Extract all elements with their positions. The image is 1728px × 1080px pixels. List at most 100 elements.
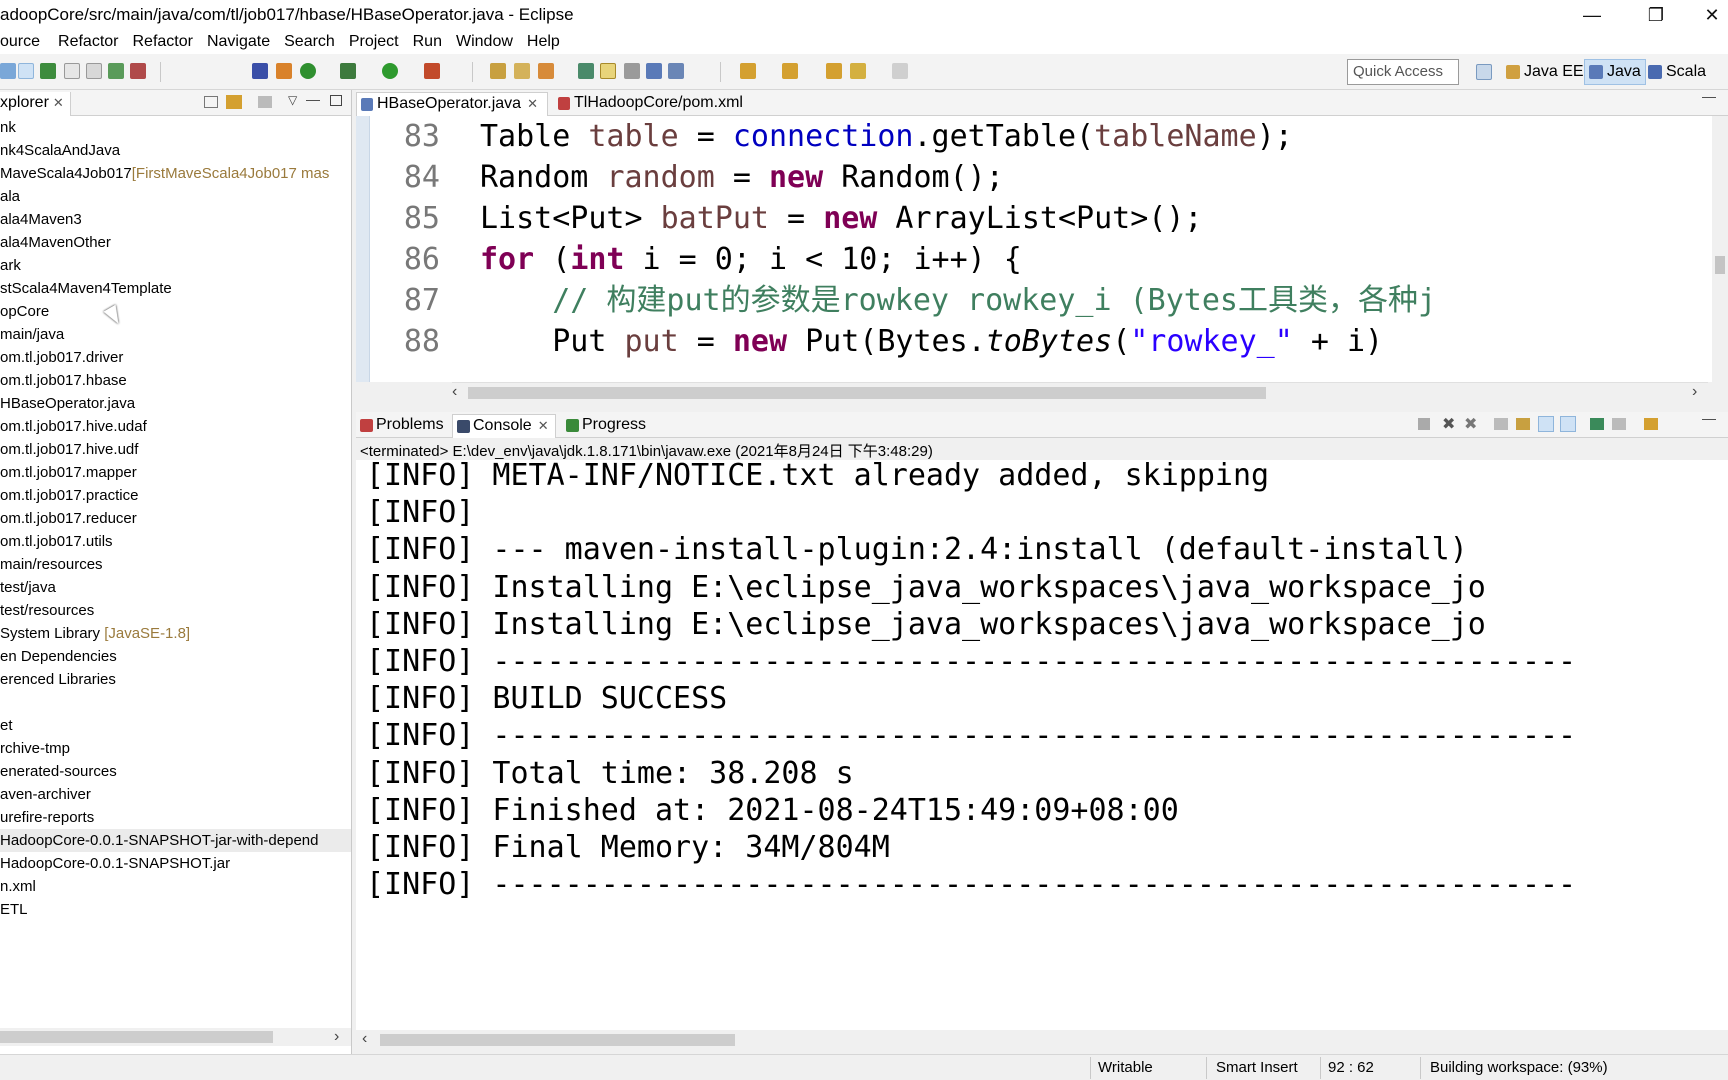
scrollbar-thumb[interactable] <box>1715 256 1725 274</box>
back-icon[interactable] <box>850 63 866 79</box>
tree-item[interactable]: ark <box>0 254 351 277</box>
tree-item[interactable]: om.tl.job017.hbase <box>0 369 351 392</box>
tree-item[interactable]: test/resources <box>0 599 351 622</box>
minimize-view-icon[interactable]: — <box>1702 88 1716 104</box>
pen-icon[interactable] <box>252 63 268 79</box>
tree-item[interactable]: nk4ScalaAndJava <box>0 139 351 162</box>
close-icon[interactable]: ✕ <box>538 418 549 433</box>
view-menu-icon[interactable]: ▽ <box>288 93 297 107</box>
tree-item[interactable]: rchive-tmp <box>0 737 351 760</box>
chevron-right-icon[interactable]: › <box>334 1028 339 1046</box>
tab-hbaseoperator[interactable]: HBaseOperator.java ✕ <box>356 92 548 116</box>
tab-progress[interactable]: Progress <box>562 414 652 438</box>
console-horizontal-scrollbar[interactable]: ‹ <box>356 1030 1728 1050</box>
perspective-java[interactable]: Java <box>1584 59 1646 85</box>
tree-item[interactable]: main/java <box>0 323 351 346</box>
explorer-horizontal-scrollbar[interactable]: › <box>0 1028 351 1046</box>
tree-item[interactable]: ala4MavenOther <box>0 231 351 254</box>
tree-item[interactable]: test/java <box>0 576 351 599</box>
tree-item[interactable]: ala <box>0 185 351 208</box>
tree-item[interactable]: om.tl.job017.reducer <box>0 507 351 530</box>
tree-item[interactable]: ETL <box>0 898 351 921</box>
pin-icon[interactable] <box>624 63 640 79</box>
perspective-java-ee[interactable]: Java EE <box>1502 59 1588 85</box>
tree-item[interactable]: System Library [JavaSE-1.8] <box>0 622 351 645</box>
display-console-icon[interactable] <box>1612 418 1626 430</box>
tree-item[interactable]: erenced Libraries <box>0 668 351 691</box>
chevron-left-icon[interactable]: ‹ <box>452 383 457 401</box>
highlight-icon[interactable] <box>600 63 616 79</box>
code-lines[interactable]: 83 Table table = connection.getTable(tabl… <box>370 116 1710 362</box>
tree-item[interactable]: n.xml <box>0 875 351 898</box>
perspective-scala[interactable]: Scala <box>1644 59 1710 85</box>
scroll-lock-icon[interactable] <box>1516 418 1530 430</box>
quick-access-field[interactable]: Quick Access <box>1347 59 1459 85</box>
code-line[interactable]: 88 Put put = new Put(Bytes.toBytes("rowk… <box>370 321 1710 362</box>
tree-item[interactable]: HadoopCore-0.0.1-SNAPSHOT-jar-with-depen… <box>0 829 351 852</box>
code-line[interactable]: 87 // 构建put的参数是rowkey rowkey_i (Bytes工具类… <box>370 280 1710 321</box>
filter-icon[interactable] <box>258 96 272 108</box>
list-icon[interactable] <box>40 63 56 79</box>
tab-explorer[interactable]: xplorer ✕ <box>0 92 71 116</box>
search-icon[interactable] <box>538 63 554 79</box>
tree-item[interactable]: et <box>0 714 351 737</box>
tree-item[interactable]: om.tl.job017.practice <box>0 484 351 507</box>
menu-window[interactable]: Window <box>456 33 527 51</box>
scrollbar-thumb[interactable] <box>0 1031 273 1043</box>
menu-run[interactable]: Run <box>413 33 456 51</box>
tree-item[interactable]: MaveScala4Job017[FirstMaveScala4Job017 m… <box>0 162 351 185</box>
tree-item[interactable]: om.tl.job017.hive.udaf <box>0 415 351 438</box>
scrollbar-thumb[interactable] <box>380 1034 735 1046</box>
clear-console-icon[interactable] <box>1494 418 1508 430</box>
maximize-button[interactable]: ❐ <box>1630 0 1682 30</box>
block-icon[interactable] <box>646 63 662 79</box>
menu-project[interactable]: Project <box>349 33 413 51</box>
pin-console-icon[interactable] <box>1590 418 1604 430</box>
tree-item[interactable]: enerated-sources <box>0 760 351 783</box>
annotation-icon[interactable] <box>578 63 594 79</box>
menu-source[interactable]: ource <box>0 33 58 51</box>
code-line[interactable]: 83 Table table = connection.getTable(tabl… <box>370 116 1710 157</box>
page-icon[interactable] <box>86 63 102 79</box>
collapse-all-icon[interactable] <box>204 96 218 108</box>
tab-console[interactable]: Console ✕ <box>452 414 556 438</box>
forward-icon[interactable] <box>892 63 908 79</box>
refresh-icon[interactable] <box>300 63 316 79</box>
tab-pom-xml[interactable]: TlHadoopCore/pom.xml <box>554 92 749 116</box>
console-output[interactable]: [INFO] META-INF/NOTICE.txt already added… <box>356 460 1728 1033</box>
scrollbar-thumb[interactable] <box>468 387 1266 399</box>
link-editor-icon[interactable] <box>226 95 242 109</box>
tab-problems[interactable]: Problems <box>356 414 450 438</box>
remove-all-icon[interactable]: ✖ <box>1464 414 1477 434</box>
tree-item[interactable]: om.tl.job017.driver <box>0 346 351 369</box>
tree-item[interactable]: en Dependencies <box>0 645 351 668</box>
tree-item[interactable]: nk <box>0 116 351 139</box>
menu-refactor-2[interactable]: Refactor <box>133 33 207 51</box>
toggle-icon[interactable] <box>18 63 34 79</box>
last-edit-icon[interactable] <box>826 63 842 79</box>
show-on-output-icon[interactable] <box>1538 416 1554 432</box>
tree-item[interactable]: stScala4Maven4Template <box>0 277 351 300</box>
next-annotation-icon[interactable] <box>740 63 756 79</box>
code-line[interactable]: 86 for (int i = 0; i < 10; i++) { <box>370 239 1710 280</box>
tree-item[interactable]: om.tl.job017.hive.udf <box>0 438 351 461</box>
close-icon[interactable]: ✕ <box>527 96 538 111</box>
remove-launch-icon[interactable]: ✖ <box>1442 414 1455 434</box>
debug-icon[interactable] <box>340 63 356 79</box>
tree-item[interactable]: om.tl.job017.utils <box>0 530 351 553</box>
code-editor[interactable]: 83 Table table = connection.getTable(tabl… <box>356 116 1728 382</box>
tree-item[interactable]: main/resources <box>0 553 351 576</box>
editor-vertical-scrollbar[interactable] <box>1712 116 1728 382</box>
prev-annotation-icon[interactable] <box>782 63 798 79</box>
tree-item[interactable]: HadoopCore-0.0.1-SNAPSHOT.jar <box>0 852 351 875</box>
stop-server-icon[interactable] <box>130 63 146 79</box>
tree-item[interactable]: urefire-reports <box>0 806 351 829</box>
server-icon[interactable] <box>108 63 124 79</box>
menu-help[interactable]: Help <box>527 33 569 51</box>
tree-item[interactable]: HBaseOperator.java <box>0 392 351 415</box>
tree-item[interactable]: aven-archiver <box>0 783 351 806</box>
whitespace-icon[interactable] <box>668 63 684 79</box>
tree-item[interactable]: om.tl.job017.mapper <box>0 461 351 484</box>
code-line[interactable]: 84 Random random = new Random(); <box>370 157 1710 198</box>
menu-search[interactable]: Search <box>284 33 349 51</box>
